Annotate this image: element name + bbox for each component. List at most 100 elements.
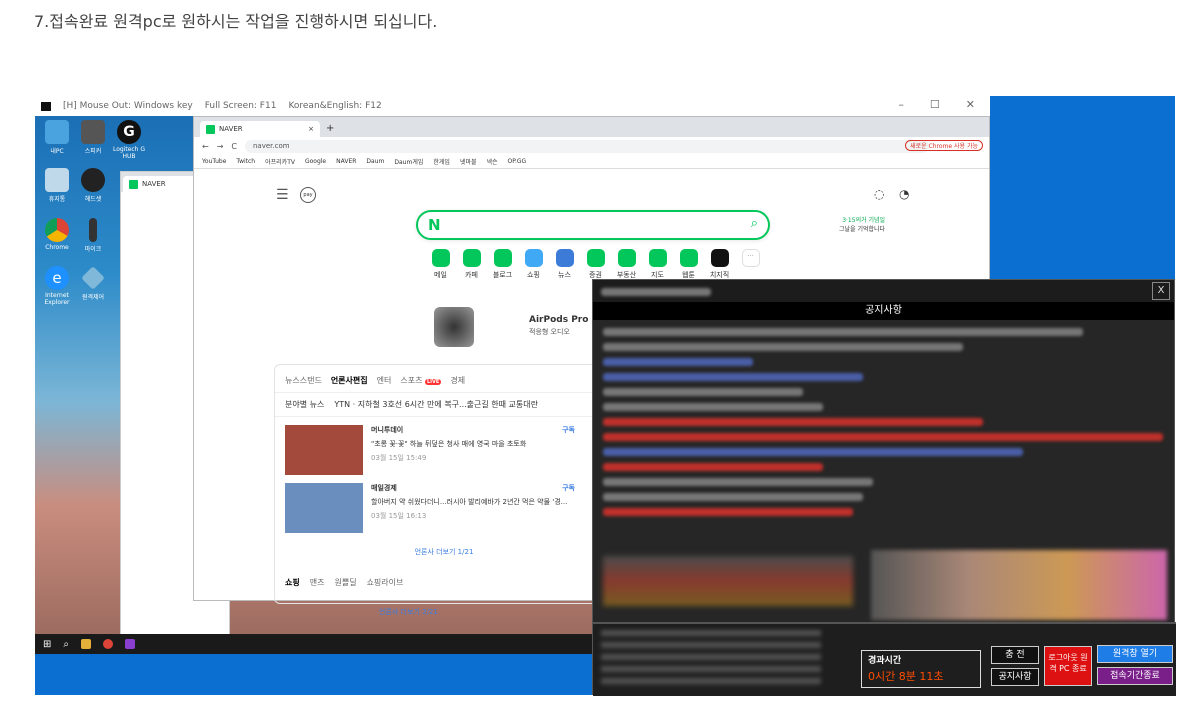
tab-entertainment[interactable]: 엔터 — [377, 375, 392, 386]
desktop-icon-speaker[interactable]: 스피커 — [73, 120, 113, 155]
close-tab-icon[interactable]: × — [308, 125, 314, 133]
desktop-icon-remote[interactable]: 원격제어 — [73, 266, 113, 301]
desktop-icon-mypc[interactable]: 내PC — [37, 120, 77, 155]
bookmark-item[interactable]: Daum게임 — [394, 157, 423, 166]
recycle-bin-icon — [45, 168, 69, 192]
redacted-line — [603, 403, 823, 411]
svc-mail[interactable]: 메일 — [429, 249, 452, 280]
chzzk-icon — [710, 249, 729, 267]
desktop-icon-ie[interactable]: e Internet Explorer — [37, 266, 77, 306]
new-tab-button[interactable]: + — [320, 123, 340, 137]
search-icon[interactable]: ⌕ — [751, 216, 758, 231]
bookmark-item[interactable]: Daum — [366, 158, 384, 165]
svc-more[interactable]: ··· — [739, 249, 762, 280]
popup-close-button[interactable]: X — [1152, 282, 1170, 300]
bookmark-item[interactable]: 넷마블 — [460, 157, 477, 166]
desktop-icon-mic[interactable]: 마이크 — [73, 218, 113, 253]
notice-popup[interactable]: X 공지사항 경과시간 0시간 8분 11초 충 전 공지사항 로그아웃 원격 … — [592, 279, 1176, 696]
doodle-note[interactable]: 3·15의거 기념일 그날을 기억합니다 — [839, 215, 885, 233]
svc-chzzk[interactable]: 치지직 — [708, 249, 731, 280]
forward-icon[interactable]: → — [217, 142, 224, 151]
desktop-icon-label: 스피커 — [84, 148, 102, 155]
logout-button[interactable]: 로그아웃 원격 PC 종료 — [1044, 646, 1092, 686]
article-thumbnail — [285, 483, 363, 533]
open-remote-button[interactable]: 원격창 열기 — [1097, 645, 1173, 663]
desktop-icon-label: 내PC — [50, 148, 64, 155]
window-controls: – ☐ ✕ — [898, 98, 975, 111]
svc-shopping[interactable]: 쇼핑 — [522, 249, 545, 280]
tab-naver[interactable]: NAVER × — [200, 121, 320, 137]
pager-label: 언론사 더보기 1/21 — [414, 548, 474, 556]
desktop-icon-recycle[interactable]: 휴지통 — [37, 168, 77, 203]
url-input[interactable]: naver.com — [245, 139, 929, 153]
redacted-banner-text — [603, 556, 853, 606]
minimize-button[interactable]: – — [898, 98, 904, 111]
news-pager-2[interactable]: 언론사 더보기 2/21 — [379, 607, 438, 617]
tab-sports[interactable]: 스포츠 LIVE — [400, 375, 442, 386]
svc-webtoon[interactable]: 웹툰 — [677, 249, 700, 280]
tab-mens[interactable]: 맨즈 — [310, 577, 325, 588]
bookmark-item[interactable]: YouTube — [202, 158, 226, 165]
desktop-icon-label: Internet Explorer — [44, 292, 70, 306]
redacted-banner-image[interactable] — [871, 550, 1167, 620]
notice-button[interactable]: 공지사항 — [991, 668, 1039, 686]
svc-news[interactable]: 뉴스 — [553, 249, 576, 280]
url-text: naver.com — [253, 142, 290, 150]
maximize-button[interactable]: ☐ — [930, 98, 940, 111]
end-session-button[interactable]: 접속기간종료 — [1097, 667, 1173, 685]
chat-icon[interactable]: ◌ — [874, 187, 884, 201]
svc-blog[interactable]: 블로그 — [491, 249, 514, 280]
speaker-icon — [81, 120, 105, 144]
article-headline: "초롱 꽃·꽃" 하늘 뒤덮은 청사 매에 영국 마을 초토화 — [371, 440, 527, 448]
start-icon[interactable]: ⊞ — [43, 639, 51, 650]
tab-shoplive[interactable]: 쇼핑라이브 — [367, 577, 404, 588]
app-logo-icon — [41, 101, 51, 111]
chrome-taskbar-icon[interactable] — [103, 639, 113, 649]
tab-newsstand[interactable]: 뉴스스탠드 — [285, 375, 322, 386]
redacted-title — [601, 288, 711, 296]
news-pager[interactable]: 언론사 더보기 1/21 — [275, 547, 613, 557]
chrome-update-badge[interactable]: 새로운 Chrome 사용 가능 — [905, 140, 983, 151]
reload-icon[interactable]: C — [231, 142, 237, 151]
article-row[interactable]: 머니투데이 구독 "초롱 꽃·꽃" 하늘 뒤덮은 청사 매에 영국 마을 초토화 … — [275, 417, 585, 483]
ad-title[interactable]: AirPods Pro — [529, 315, 588, 325]
bookmark-item[interactable]: OP.GG — [508, 158, 527, 165]
popup-footer: 경과시간 0시간 8분 11초 충 전 공지사항 로그아웃 원격 PC 종료 원… — [593, 622, 1176, 696]
bookmark-item[interactable]: NAVER — [336, 158, 356, 165]
svc-stock[interactable]: 증권 — [584, 249, 607, 280]
back-icon[interactable]: ← — [202, 142, 209, 151]
svc-map[interactable]: 지도 — [646, 249, 669, 280]
charge-button[interactable]: 충 전 — [991, 646, 1039, 664]
naver-icon — [129, 179, 138, 189]
close-button[interactable]: ✕ — [966, 98, 975, 111]
search-taskbar-icon[interactable]: ⌕ — [63, 639, 69, 650]
tab-economy[interactable]: 경제 — [450, 375, 465, 386]
desktop-icon-ghub[interactable]: G Logitech G HUB — [109, 120, 149, 160]
bookmark-item[interactable]: 넥슨 — [487, 157, 498, 166]
search-box[interactable]: N ⌕ — [416, 210, 770, 240]
news-icon — [555, 249, 574, 267]
news-ticker[interactable]: 분야별 뉴스 YTN · 지하철 3호선 6시간 만에 복구...출근길 한때 교… — [275, 392, 613, 417]
subscribe-button[interactable]: 구독 — [562, 483, 575, 493]
tab-onepick[interactable]: 원쁠딜 — [334, 577, 356, 588]
pay-icon[interactable]: pay — [300, 187, 316, 203]
article-date: 03월 15일 16:13 — [371, 512, 427, 520]
bookmark-item[interactable]: 아프리카TV — [265, 157, 295, 166]
logitech-icon: G — [117, 120, 141, 144]
tab-press[interactable]: 언론사편집 — [331, 375, 368, 386]
desktop-icon-headset[interactable]: 헤드셋 — [73, 168, 113, 203]
bell-icon[interactable]: ◔ — [899, 187, 909, 201]
desktop-icon-chrome[interactable]: Chrome — [37, 218, 77, 251]
app-taskbar-icon[interactable] — [125, 639, 135, 649]
svc-realestate[interactable]: 부동산 — [615, 249, 638, 280]
bookmark-item[interactable]: Twitch — [236, 158, 255, 165]
subscribe-button[interactable]: 구독 — [562, 425, 575, 435]
explorer-icon[interactable] — [81, 639, 91, 649]
menu-icon[interactable]: ☰ — [276, 187, 289, 203]
tab-shopping[interactable]: 쇼핑 — [285, 577, 300, 588]
bookmark-item[interactable]: Google — [305, 158, 326, 165]
svc-cafe[interactable]: 카페 — [460, 249, 483, 280]
airpods-image[interactable] — [434, 307, 474, 347]
bookmark-item[interactable]: 한게임 — [433, 157, 450, 166]
article-row[interactable]: 매일경제 구독 할아버지 약 쉬웠다더니...러시아 발리예바가 2년간 먹은 약… — [275, 483, 585, 533]
